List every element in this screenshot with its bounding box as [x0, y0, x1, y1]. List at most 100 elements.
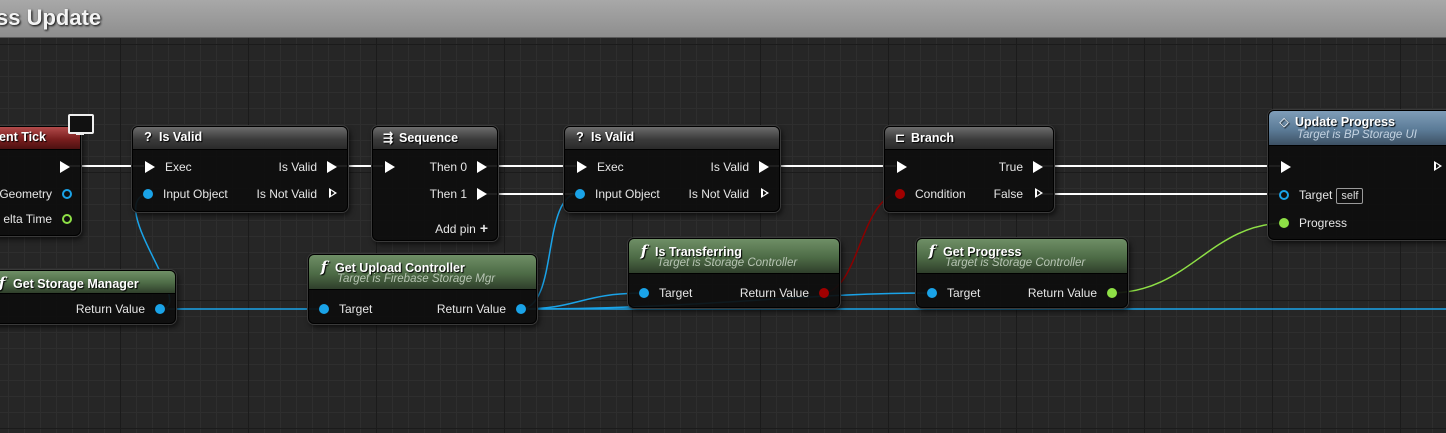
pin-label: elta Time [3, 212, 52, 226]
object-pin-icon [639, 288, 649, 298]
target-pin[interactable]: Target [927, 284, 980, 302]
is-not-valid-output-pin[interactable]: Is Not Valid [689, 185, 769, 203]
float-pin-icon [1107, 288, 1117, 298]
return-value-pin[interactable]: Return Value [740, 284, 829, 302]
delta-time-pin[interactable]: elta Time [3, 210, 72, 228]
exec-pin-icon [477, 188, 487, 200]
is-valid-node-1[interactable]: ? Is Valid Exec Input Object Is Valid Is … [132, 126, 348, 212]
exec-pin-icon [145, 161, 155, 173]
object-pin-icon [575, 189, 585, 199]
return-value-pin[interactable]: Return Value [76, 300, 165, 318]
float-pin-icon [1279, 218, 1289, 228]
return-value-pin[interactable]: Return Value [1028, 284, 1117, 302]
node-header: ? Is Valid [133, 127, 347, 150]
exec-pin-icon [327, 161, 337, 173]
exec-output-pin[interactable] [50, 158, 70, 176]
is-valid-node-2[interactable]: ? Is Valid Exec Input Object Is Valid Is … [564, 126, 780, 212]
pin-label: Return Value [1027, 286, 1097, 300]
node-header: f Get Progress Target is Storage Controll… [917, 239, 1127, 274]
node-header: f Is Transferring Target is Storage Contr… [629, 239, 839, 274]
object-pin-icon [143, 189, 153, 199]
function-icon: f [320, 258, 328, 276]
pin-label: Is Not Valid [256, 187, 317, 201]
pin-label: Then 1 [429, 187, 467, 201]
pin-label: Add pin [435, 222, 476, 236]
exec-pin-icon [477, 161, 487, 173]
float-pin-icon [62, 214, 72, 224]
event-diamond-icon: ◇ [1279, 115, 1289, 129]
node-header: ⇶ Sequence [373, 127, 497, 150]
event-tick-node[interactable]: ent Tick Geometry elta Time [0, 126, 81, 236]
exec-pin-icon [1033, 161, 1043, 173]
exec-output-pin[interactable] [1434, 158, 1446, 176]
false-pin[interactable]: False [994, 185, 1043, 203]
exec-input-pin[interactable]: Exec [577, 158, 624, 176]
pin-label: False [993, 187, 1023, 201]
true-pin[interactable]: True [999, 158, 1043, 176]
node-header: ⊏ Branch [885, 127, 1053, 150]
exec-pin-icon [60, 161, 70, 173]
object-pin-icon [319, 304, 329, 314]
exec-pin-hollow-icon [1035, 188, 1043, 198]
node-header: ? Is Valid [565, 127, 779, 150]
input-object-pin[interactable]: Input Object [575, 185, 660, 203]
target-pin[interactable]: Target self [1279, 186, 1364, 204]
is-valid-output-pin[interactable]: Is Valid [279, 158, 337, 176]
bool-pin-icon [895, 189, 905, 199]
return-value-pin[interactable]: Return Value [437, 300, 526, 318]
exec-input-pin[interactable]: Exec [145, 158, 192, 176]
get-storage-manager-node[interactable]: f Get Storage Manager Return Value [0, 270, 176, 324]
get-progress-node[interactable]: f Get Progress Target is Storage Controll… [916, 238, 1128, 308]
node-header: f Get Upload Controller Target is Firebas… [309, 255, 536, 290]
wire-layer [66, 165, 1446, 310]
pin-label: Exec [597, 160, 624, 174]
exec-input-pin[interactable] [385, 158, 405, 176]
target-pin[interactable]: Target [639, 284, 692, 302]
get-upload-controller-node[interactable]: f Get Upload Controller Target is Firebas… [308, 254, 537, 324]
pin-label: Then 0 [429, 160, 467, 174]
is-not-valid-output-pin[interactable]: Is Not Valid [257, 185, 337, 203]
monitor-icon [68, 114, 94, 135]
question-icon: ? [576, 130, 584, 144]
then-0-pin[interactable]: Then 0 [430, 158, 487, 176]
exec-input-pin[interactable] [897, 158, 917, 176]
pin-label: Is Valid [710, 160, 749, 174]
sequence-node[interactable]: ⇶ Sequence Then 0 Then 1 Add pin + [372, 126, 498, 241]
add-pin-button[interactable]: Add pin + [435, 219, 488, 237]
node-title: Sequence [399, 131, 459, 145]
pin-label: Return Value [436, 302, 506, 316]
pin-label: Exec [165, 160, 192, 174]
function-icon: f [0, 274, 9, 292]
node-subtitle: Target is Firebase Storage Mgr [337, 273, 496, 285]
node-subtitle: Target is BP Storage UI [1297, 129, 1417, 141]
exec-pin-icon [385, 161, 395, 173]
input-object-pin[interactable]: Input Object [143, 185, 228, 203]
exec-pin-icon [1281, 161, 1291, 173]
node-title: Get Storage Manager [13, 277, 139, 291]
pin-label: Target [659, 286, 693, 300]
node-title: ent Tick [0, 130, 47, 144]
target-pin[interactable]: Target [319, 300, 372, 318]
is-transferring-node[interactable]: f Is Transferring Target is Storage Contr… [628, 238, 840, 308]
update-progress-node[interactable]: ◇ Update Progress Target is BP Storage UI… [1268, 110, 1446, 240]
exec-pin-hollow-icon [1434, 161, 1442, 171]
is-valid-output-pin[interactable]: Is Valid [711, 158, 769, 176]
node-title: Update Progress [1295, 115, 1396, 129]
object-pin-icon [1279, 190, 1289, 200]
self-default-box[interactable]: self [1336, 187, 1364, 204]
condition-pin[interactable]: Condition [895, 185, 966, 203]
exec-input-pin[interactable] [1281, 158, 1301, 176]
progress-pin[interactable]: Progress [1279, 214, 1347, 232]
pin-label: Condition [915, 187, 966, 201]
branch-node[interactable]: ⊏ Branch Condition True False [884, 126, 1054, 212]
exec-pin-icon [759, 161, 769, 173]
geometry-pin[interactable]: Geometry [0, 185, 72, 203]
exec-pin-icon [897, 161, 907, 173]
float-wire [1109, 222, 1287, 294]
pin-label: Target [947, 286, 981, 300]
then-1-pin[interactable]: Then 1 [430, 185, 487, 203]
blueprint-graph-canvas[interactable]: ss Update ent Tick Geometry elta Time ? I… [0, 0, 1446, 433]
pin-label: Return Value [739, 286, 809, 300]
function-icon: f [640, 242, 648, 260]
pin-label: Progress [1299, 216, 1348, 230]
